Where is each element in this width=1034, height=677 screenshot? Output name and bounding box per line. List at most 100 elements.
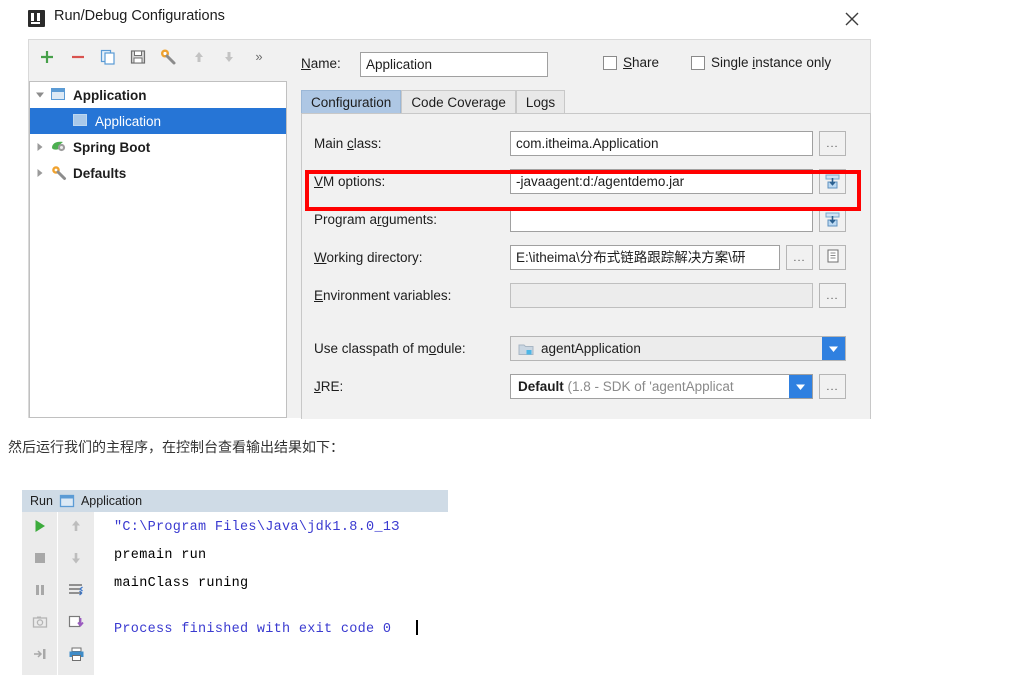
arrow-down-icon[interactable] <box>66 548 86 568</box>
close-icon[interactable] <box>840 7 864 31</box>
screenshot-icon[interactable] <box>30 612 50 632</box>
insert-macro-icon <box>825 212 840 227</box>
tree-item-defaults[interactable]: Defaults <box>30 160 286 186</box>
field-label: Main class: <box>314 136 382 151</box>
module-icon <box>518 342 534 356</box>
macro-list-button[interactable] <box>819 245 846 270</box>
chevron-right-icon[interactable] <box>30 142 50 152</box>
environment-variables-input[interactable] <box>510 283 813 308</box>
jre-combo[interactable]: Default (1.8 - SDK of 'agentApplicat <box>510 374 813 399</box>
dialog-titlebar: Run/Debug Configurations <box>0 0 890 39</box>
macro-list-icon <box>826 249 840 266</box>
application-icon <box>59 494 75 508</box>
insert-macro-button[interactable] <box>819 207 846 232</box>
tree-item-label: Defaults <box>73 165 127 181</box>
dump-threads-icon[interactable] <box>30 644 50 664</box>
name-input[interactable] <box>360 52 548 77</box>
browse-ellipsis-button[interactable]: ... <box>786 245 813 270</box>
field-label: Use classpath of module: <box>314 341 466 356</box>
dialog-title: Run/Debug Configurations <box>54 8 225 24</box>
name-label: Name: <box>301 56 341 71</box>
copy-icon[interactable] <box>99 48 117 66</box>
tree-item-application[interactable]: Application <box>30 108 286 134</box>
arrow-up-icon[interactable] <box>190 48 208 66</box>
tab-configuration[interactable]: Configuration <box>301 90 402 114</box>
tree-item-spring-boot[interactable]: Spring Boot <box>30 134 286 160</box>
arrow-down-icon[interactable] <box>220 48 238 66</box>
vm-options-input[interactable]: -javaagent:d:/agentdemo.jar <box>510 169 813 194</box>
run-console-panel: Run Application "C:\Program Files\Java\j… <box>0 490 470 677</box>
field-label: Working directory: <box>314 250 423 265</box>
field-program-arguments: Program arguments: <box>302 207 870 233</box>
module-combo-value: agentApplication <box>541 341 641 356</box>
field-vm-options: VM options: -javaagent:d:/agentdemo.jar <box>302 169 870 195</box>
console-header: Run Application <box>22 490 448 512</box>
console-toolbar-right <box>58 512 94 675</box>
main-class-input[interactable]: com.itheima.Application <box>510 131 813 156</box>
console-line: mainClass runing <box>114 576 249 591</box>
insert-macro-button[interactable] <box>819 169 846 194</box>
tree-item-label: Application <box>95 113 162 129</box>
jre-combo-value: Default (1.8 - SDK of 'agentApplicat <box>518 379 734 394</box>
field-label: Program arguments: <box>314 212 438 227</box>
browse-ellipsis-button[interactable]: ... <box>819 131 846 156</box>
tree-item-label: Application <box>73 87 147 103</box>
application-icon <box>50 87 68 103</box>
checkbox-box[interactable] <box>691 55 705 70</box>
insert-macro-icon <box>825 174 840 189</box>
configuration-editor: Name: Share Single instance only Configu… <box>297 40 872 419</box>
print-icon[interactable] <box>66 644 86 664</box>
tab-logs[interactable]: Logs <box>515 90 566 114</box>
save-icon[interactable] <box>129 48 147 66</box>
share-label: Share <box>623 55 660 70</box>
run-debug-configurations-dialog: Run/Debug Configurations » Application A… <box>0 0 890 419</box>
more-actions-button[interactable]: » <box>251 49 267 67</box>
run-icon[interactable] <box>30 516 50 536</box>
chevron-down-icon[interactable] <box>30 90 50 100</box>
working-directory-input[interactable]: E:\itheima\分布式链路跟踪解决方案\研 <box>510 245 780 270</box>
field-main-class: Main class: com.itheima.Application ... <box>302 131 870 157</box>
stop-icon[interactable] <box>30 548 50 568</box>
single-instance-only-checkbox[interactable]: Single instance only <box>691 55 831 70</box>
text-caret <box>416 620 418 635</box>
tab-code-coverage[interactable]: Code Coverage <box>401 90 516 114</box>
console-line: Process finished with exit code 0 <box>114 622 392 637</box>
run-tool-window-label: Run <box>30 494 53 508</box>
chevron-down-icon[interactable] <box>789 375 812 398</box>
name-row: Name: Share Single instance only <box>301 52 871 78</box>
tree-item-application-group[interactable]: Application <box>30 82 286 108</box>
console-output[interactable]: "C:\Program Files\Java\jdk1.8.0_1З prema… <box>96 512 448 675</box>
chevron-down-icon[interactable] <box>822 337 845 360</box>
console-line: "C:\Program Files\Java\jdk1.8.0_1З <box>114 520 400 535</box>
program-arguments-input[interactable] <box>510 207 813 232</box>
configurations-tree[interactable]: Application Application Spring Boot Defa… <box>29 81 287 418</box>
share-checkbox[interactable]: Share <box>603 55 659 70</box>
field-label: VM options: <box>314 174 386 189</box>
arrow-up-icon[interactable] <box>66 516 86 536</box>
chevron-right-icon[interactable] <box>30 168 50 178</box>
pause-icon[interactable] <box>30 580 50 600</box>
soft-wrap-icon[interactable] <box>66 580 86 600</box>
browse-ellipsis-button[interactable]: ... <box>819 374 846 399</box>
configuration-tab-panel: Main class: com.itheima.Application ... … <box>301 113 871 419</box>
wrench-icon <box>50 165 68 181</box>
export-icon[interactable] <box>66 612 86 632</box>
console-toolbar-left <box>22 512 57 675</box>
tree-item-label: Spring Boot <box>73 139 151 155</box>
wrench-icon[interactable] <box>159 48 177 66</box>
remove-configuration-button[interactable] <box>69 48 87 66</box>
field-label: Environment variables: <box>314 288 452 303</box>
caption-text: 然后运行我们的主程序，在控制台查看输出结果如下： <box>8 439 344 455</box>
field-working-directory: Working directory: E:\itheima\分布式链路跟踪解决方… <box>302 245 870 271</box>
checkbox-box[interactable] <box>603 55 617 70</box>
browse-ellipsis-button[interactable]: ... <box>819 283 846 308</box>
console-config-label: Application <box>80 494 143 508</box>
add-configuration-button[interactable] <box>38 48 56 66</box>
field-label: JRE: <box>314 379 344 394</box>
module-combo[interactable]: agentApplication <box>510 336 846 361</box>
spring-boot-icon <box>50 139 68 155</box>
field-use-classpath-of-module: Use classpath of module: agentApplicatio… <box>302 336 870 362</box>
field-environment-variables: Environment variables: ... <box>302 283 870 309</box>
single-instance-only-label: Single instance only <box>711 55 832 70</box>
console-line: premain run <box>114 548 207 563</box>
